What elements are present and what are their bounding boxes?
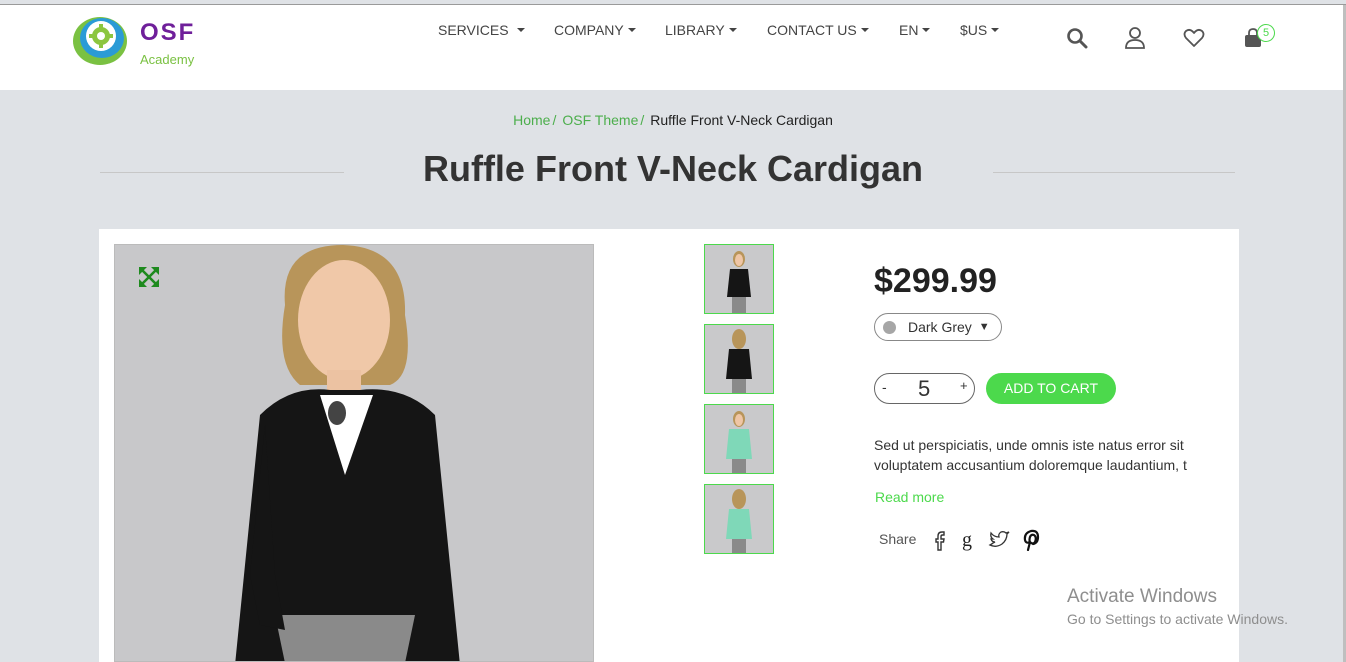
google-icon[interactable]: g — [959, 529, 981, 551]
pinterest-icon[interactable] — [1019, 529, 1041, 551]
title-divider-right — [993, 172, 1235, 173]
chevron-down-icon — [728, 28, 737, 32]
chevron-down-icon — [516, 28, 525, 32]
facebook-icon[interactable] — [929, 529, 951, 551]
product-main-image[interactable] — [114, 244, 594, 662]
nav-currency[interactable]: $US — [960, 22, 1000, 38]
share-label: Share — [879, 531, 917, 547]
logo-gear-icon — [73, 17, 127, 65]
nav-currency-label: $US — [960, 22, 988, 38]
breadcrumb-separator: / — [640, 112, 645, 128]
logo[interactable]: OSF Academy — [72, 11, 212, 71]
color-select[interactable]: Dark Grey ▼ — [874, 313, 1002, 341]
breadcrumb-category[interactable]: OSF Theme — [562, 112, 638, 128]
search-button[interactable] — [1064, 25, 1090, 51]
breadcrumb-separator: / — [552, 112, 557, 128]
cart-count-badge: 5 — [1257, 24, 1275, 42]
chevron-down-icon — [922, 28, 931, 32]
user-icon — [1125, 27, 1145, 49]
breadcrumb-home[interactable]: Home — [513, 112, 550, 128]
nav-services-label: SERVICES — [438, 22, 509, 38]
color-swatch — [883, 320, 896, 334]
chevron-down-icon — [627, 28, 636, 32]
account-button[interactable] — [1122, 25, 1148, 51]
svg-text:g: g — [962, 529, 972, 551]
description-line: Sed ut perspiciatis, unde omnis iste nat… — [874, 437, 1184, 453]
nav-library[interactable]: LIBRARY — [665, 22, 737, 38]
read-more-link[interactable]: Read more — [875, 489, 944, 505]
product-thumbnail[interactable] — [704, 324, 774, 394]
quantity-decrement-button[interactable]: - — [882, 379, 887, 395]
product-description: Sed ut perspiciatis, unde omnis iste nat… — [874, 435, 1194, 475]
nav-company[interactable]: COMPANY — [554, 22, 636, 38]
quantity-value[interactable]: 5 — [918, 376, 930, 402]
nav-library-label: LIBRARY — [665, 22, 725, 38]
nav-company-label: COMPANY — [554, 22, 624, 38]
dropdown-triangle-icon: ▼ — [978, 321, 990, 333]
thumbnail-image — [705, 325, 773, 393]
search-icon — [1067, 28, 1088, 49]
breadcrumb-current: Ruffle Front V-Neck Cardigan — [650, 112, 833, 128]
product-thumbnail[interactable] — [704, 244, 774, 314]
page-title: Ruffle Front V-Neck Cardigan — [422, 148, 924, 189]
heart-icon — [1183, 28, 1205, 47]
quantity-stepper[interactable]: - 5 + — [874, 373, 975, 404]
description-line: voluptatem accusantium doloremque laudan… — [874, 457, 1187, 473]
thumbnail-image — [705, 485, 773, 553]
chevron-down-icon — [991, 28, 1000, 32]
nav-language-label: EN — [899, 22, 919, 38]
nav-contact-label: CONTACT US — [767, 22, 857, 38]
product-photo — [115, 245, 593, 661]
nav-language[interactable]: EN — [899, 22, 931, 38]
site-header: OSF Academy SERVICES COMPANY LIBRARY CON… — [0, 5, 1343, 90]
nav-services[interactable]: SERVICES — [438, 22, 525, 38]
logo-subtitle: Academy — [140, 52, 195, 67]
twitter-icon[interactable] — [988, 529, 1010, 551]
thumbnail-image — [705, 245, 773, 313]
product-thumbnail[interactable] — [704, 404, 774, 474]
product-price: $299.99 — [874, 262, 997, 300]
quantity-increment-button[interactable]: + — [960, 378, 968, 393]
chevron-down-icon — [860, 28, 869, 32]
product-thumbnail[interactable] — [704, 484, 774, 554]
windows-activation-subtitle: Go to Settings to activate Windows. — [1067, 611, 1288, 627]
expand-icon[interactable] — [137, 265, 161, 289]
wishlist-button[interactable] — [1181, 25, 1207, 51]
nav-contact[interactable]: CONTACT US — [767, 22, 869, 38]
add-to-cart-button[interactable]: ADD TO CART — [986, 373, 1116, 404]
breadcrumb: Home / OSF Theme / Ruffle Front V-Neck Cardi… — [0, 112, 1346, 128]
windows-activation-title: Activate Windows — [1067, 586, 1217, 607]
thumbnail-image — [705, 405, 773, 473]
logo-title: OSF — [140, 19, 196, 46]
color-select-value: Dark Grey — [908, 319, 972, 335]
